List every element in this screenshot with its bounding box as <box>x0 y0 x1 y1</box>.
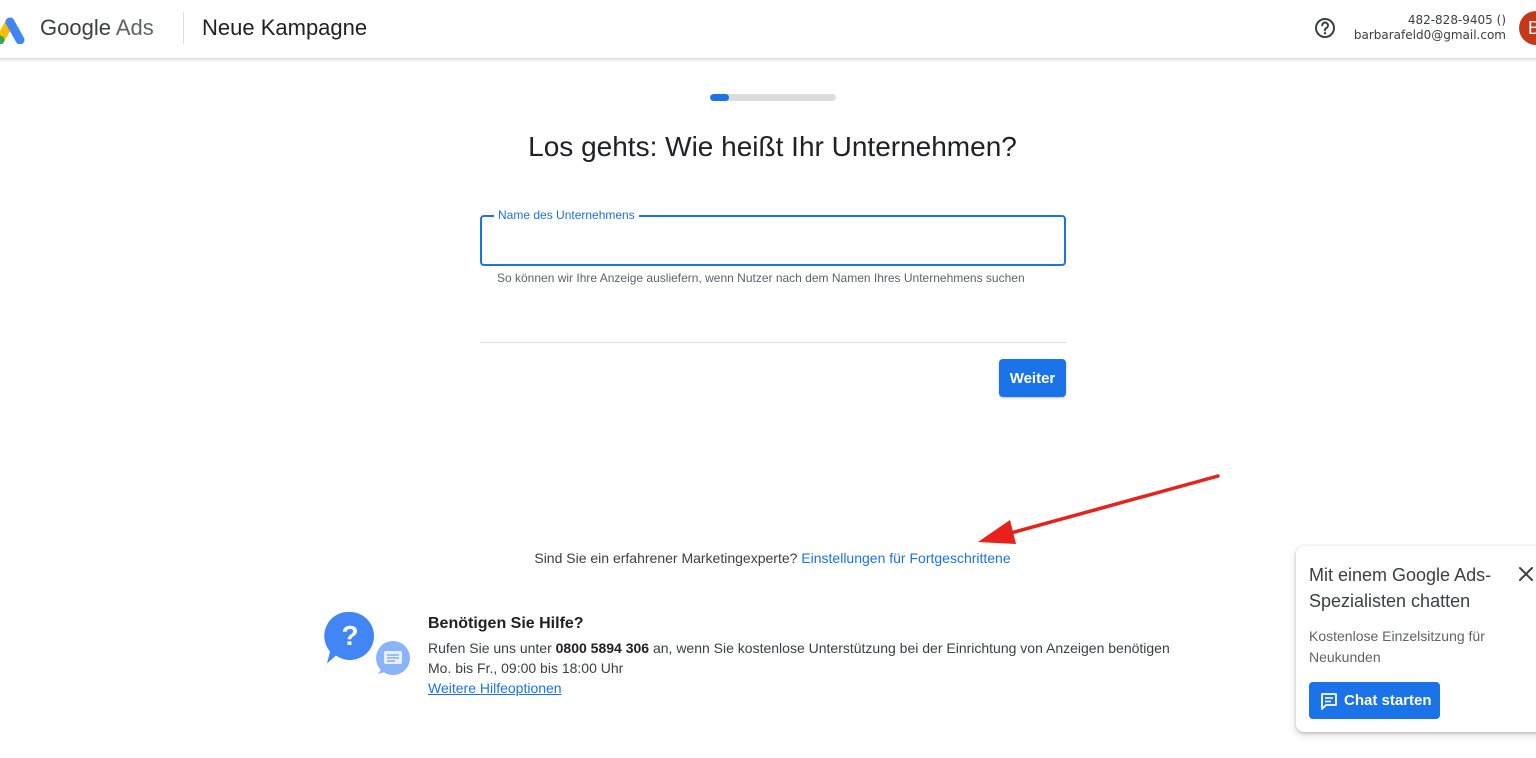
top-bar: Google Ads Neue Kampagne 482-828-9405 ()… <box>0 0 1536 59</box>
progress-bar <box>710 94 836 101</box>
chat-specialist-card: Mit einem Google Ads-Spezialisten chatte… <box>1296 546 1536 732</box>
help-phone: 0800 5894 306 <box>555 640 650 656</box>
annotation-arrow-icon <box>978 474 1220 544</box>
help-call-line: Rufen Sie uns unter 0800 5894 306 an, we… <box>428 638 1248 658</box>
chat-card-description: Kostenlose Einzelsitzung für Neukunden <box>1309 628 1485 665</box>
chat-start-button[interactable]: Chat starten <box>1309 682 1440 719</box>
page-header-title: Neue Kampagne <box>202 15 368 40</box>
account-switcher[interactable]: 482-828-9405 () barbarafeld0@gmail.com <box>1354 13 1506 43</box>
progress-bar-fill <box>710 94 729 101</box>
brand-ads: Ads <box>115 15 154 40</box>
google-ads-logo-icon <box>0 17 25 44</box>
business-name-input[interactable] <box>496 227 1052 255</box>
header-divider <box>183 12 184 44</box>
chat-start-label: Chat starten <box>1344 692 1432 709</box>
advanced-settings-link[interactable]: Einstellungen für Fortgeschrittene <box>801 550 1010 566</box>
account-id: 482-828-9405 () <box>1407 13 1506 27</box>
chat-message-icon <box>1321 693 1337 710</box>
business-name-hint: So können wir Ihre Anzeige ausliefern, w… <box>497 271 1025 285</box>
help-hours: Mo. bis Fr., 09:00 bis 18:00 Uhr <box>428 660 624 676</box>
advanced-question: Sind Sie ein erfahrener Marketingexperte… <box>534 550 798 566</box>
page-title: Los gehts: Wie heißt Ihr Unternehmen? <box>528 131 1017 162</box>
brand-name[interactable]: Google Ads <box>40 14 154 42</box>
svg-text:?: ? <box>341 620 358 651</box>
close-icon[interactable] <box>1516 564 1536 584</box>
help-text-before: Rufen Sie uns unter <box>428 640 552 656</box>
help-icon[interactable] <box>1313 16 1337 40</box>
business-name-field[interactable]: Name des Unternehmens <box>480 208 1066 266</box>
brand-google: Google <box>40 15 111 40</box>
section-divider <box>480 342 1066 343</box>
help-text-after: an, wenn Sie kostenlose Unterstützung be… <box>652 640 1170 656</box>
avatar[interactable]: B <box>1519 11 1536 45</box>
next-button[interactable]: Weiter <box>999 359 1066 397</box>
help-title: Benötigen Sie Hilfe? <box>428 615 584 632</box>
business-name-label: Name des Unternehmens <box>494 208 639 222</box>
account-email: barbarafeld0@gmail.com <box>1353 28 1506 42</box>
chat-card-title: Mit einem Google Ads-Spezialisten chatte… <box>1309 565 1492 611</box>
help-chat-illustration-icon: ? <box>324 611 410 675</box>
help-text: Rufen Sie uns unter 0800 5894 306 an, we… <box>428 638 1248 698</box>
more-help-link[interactable]: Weitere Hilfeoptionen <box>428 680 562 696</box>
